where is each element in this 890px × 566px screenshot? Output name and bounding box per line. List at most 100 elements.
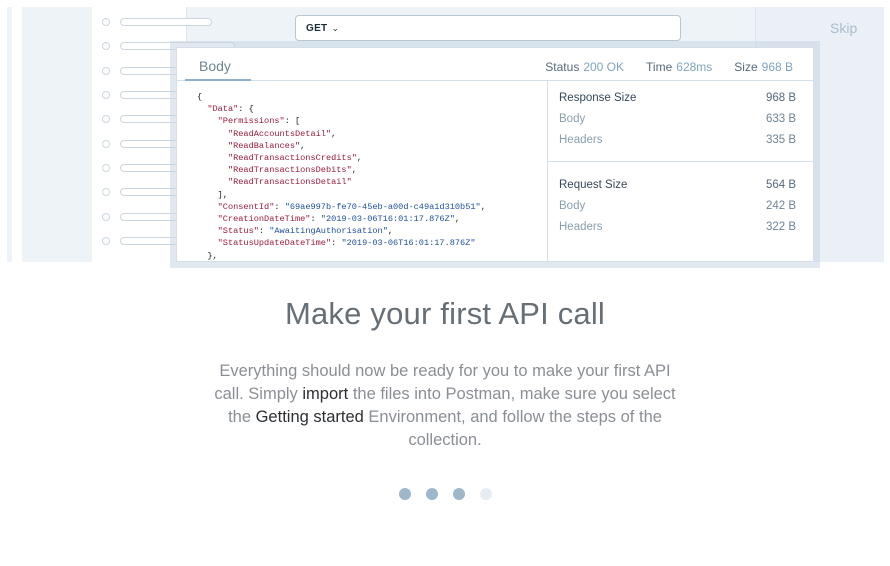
code-token: , (351, 165, 357, 176)
response-header: Body Status 200 OK Time 628ms Size 968 B (177, 48, 813, 81)
status-value: 200 OK (583, 60, 625, 74)
radio-icon (102, 164, 110, 172)
status-label: Status (545, 60, 580, 74)
request-size-value: 564 B (765, 178, 796, 191)
code-line: "ReadAccountsDetail", (197, 128, 537, 140)
code-token: "StatusUpdateDateTime" (217, 238, 332, 249)
code-token: "Status" (217, 226, 259, 237)
code-line: "Status": "AwaitingAuthorisation", (197, 225, 537, 237)
radio-icon (102, 188, 110, 196)
code-token: : { (238, 104, 254, 115)
code-line: "ReadTransactionsDebits", (197, 164, 537, 176)
request-method: GET (306, 22, 328, 34)
time-label: Time (646, 60, 673, 74)
response-size-value: 968 B (765, 91, 796, 104)
divider (548, 161, 814, 162)
code-line: }, (197, 250, 537, 262)
code-token: "ReadBalances" (227, 140, 301, 151)
page-title: Make your first API call (284, 296, 606, 331)
code-token: , (480, 201, 486, 212)
response-body-label: Body (559, 112, 586, 125)
code-token: "ReadTransactionsCredits" (227, 153, 357, 164)
response-meta: Status 200 OK Time 628ms Size 968 B (545, 60, 793, 74)
code-token: , (356, 153, 363, 164)
request-size-row: Request Size 564 B (548, 174, 814, 195)
code-token: , (300, 140, 306, 151)
pager-dot[interactable] (425, 488, 438, 500)
response-headers-size-row: Headers 335 B (548, 129, 814, 150)
radio-icon (102, 237, 110, 245)
code-line: "StatusUpdateDateTime": "2019-03-06T16:0… (197, 237, 537, 249)
response-body-value: 633 B (765, 112, 796, 125)
request-headers-label: Headers (559, 220, 603, 233)
pager-dot[interactable] (398, 488, 411, 500)
code-line: "ReadBalances", (197, 140, 537, 152)
response-headers-label: Headers (559, 133, 603, 146)
radio-icon (102, 115, 110, 123)
response-size-label: Response Size (559, 91, 637, 104)
request-headers-size-row: Headers 322 B (548, 216, 814, 237)
request-size-label: Request Size (559, 178, 628, 191)
chevron-down-icon: ⌄ (331, 22, 340, 33)
radio-icon (102, 42, 110, 50)
code-line: { (197, 91, 537, 103)
getting-started-link[interactable]: Getting started (256, 408, 364, 426)
code-line: ], (197, 189, 537, 201)
tab-underline (185, 79, 251, 81)
description: Everything should now be ready for you t… (205, 360, 685, 452)
code-token: "Permissions" (217, 116, 285, 127)
radio-icon (102, 67, 110, 75)
request-body-value: 242 B (765, 199, 796, 212)
pager-dot[interactable] (479, 488, 492, 500)
request-headers-value: 322 B (765, 220, 796, 233)
code-token: : (258, 226, 270, 237)
url-bar: GET ⌄ (295, 15, 681, 41)
pager (0, 488, 890, 500)
response-body-size-row: Body 633 B (548, 108, 814, 129)
code-token: "ConsentId" (217, 201, 275, 212)
size-value: 968 B (761, 60, 793, 74)
skip-link[interactable]: Skip (830, 20, 857, 36)
code-token: }, (197, 250, 218, 261)
code-token: "ReadTransactionsDebits" (227, 165, 352, 176)
size-stats: Response Size 968 B Body 633 B Headers 3… (548, 81, 814, 237)
code-token: "Data" (207, 104, 239, 115)
code-token: "ReadAccountsDetail" (227, 128, 332, 139)
import-link[interactable]: import (302, 385, 348, 403)
code-token: "CreationDateTime" (217, 214, 311, 225)
illustration-left-strip (12, 7, 22, 262)
response-window: Body Status 200 OK Time 628ms Size 968 B… (176, 47, 814, 263)
code-token: "2019-03-06T16:01:17.876Z" (320, 214, 455, 225)
size-label: Size (734, 60, 758, 74)
code-token: ], (197, 189, 228, 200)
code-line: "CreationDateTime": "2019-03-06T16:01:17… (197, 213, 537, 225)
code-line: "Permissions": [ (197, 115, 537, 127)
code-token: , (454, 214, 461, 225)
list-item (102, 15, 212, 29)
pager-dot[interactable] (452, 488, 465, 500)
code-line: "ReadTransactionsDetail" (197, 176, 537, 188)
code-token: { (197, 92, 203, 102)
tab-body: Body (199, 58, 231, 74)
code-line: "ConsentId": "69ae997b-fe70-45eb-a00d-c4… (197, 201, 537, 213)
code-token: : [ (284, 116, 301, 127)
radio-icon (102, 91, 110, 99)
code-token: "AwaitingAuthorisation" (269, 226, 388, 237)
radio-icon (102, 18, 110, 26)
code-token: , (387, 226, 394, 237)
radio-icon (102, 140, 110, 148)
code-token: "ReadTransactionsDetail" (227, 177, 352, 188)
description-part: Environment, and follow the steps of the… (363, 408, 662, 449)
response-size-row: Response Size 968 B (548, 87, 814, 108)
request-body-label: Body (559, 199, 586, 212)
response-body-code: { "Data": { "Permissions": [ "ReadAccoun… (197, 91, 537, 262)
